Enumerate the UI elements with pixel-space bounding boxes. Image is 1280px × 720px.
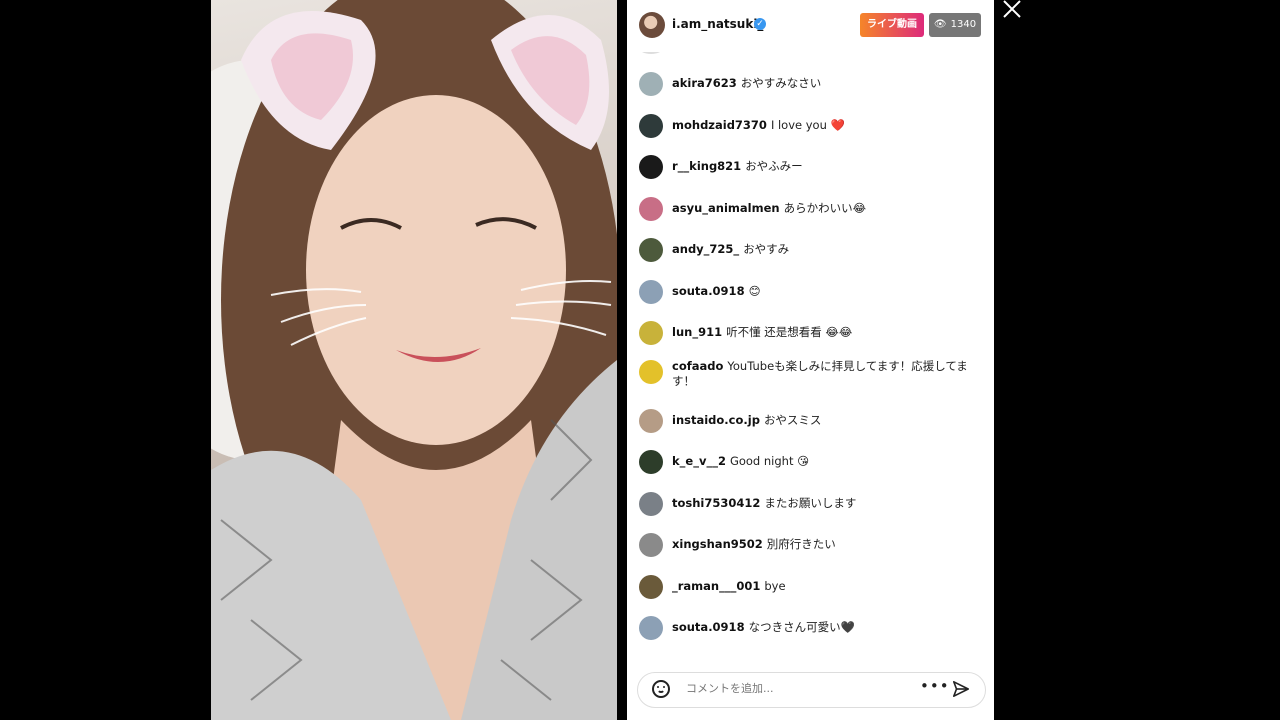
video-frame: [211, 0, 617, 720]
comment-text: toshi7530412 またお願いします: [672, 496, 972, 511]
comment-username[interactable]: r__king821: [672, 159, 741, 173]
comment-text: akira7623 おやすみなさい: [672, 76, 972, 91]
comment-message: Good night 😘: [729, 454, 810, 468]
smile-icon[interactable]: [652, 680, 670, 698]
comment-username[interactable]: cofaado: [672, 359, 723, 373]
comment-message: 😊: [748, 284, 761, 298]
comment-text: _raman___001 bye: [672, 579, 972, 594]
comment-bar: •••: [637, 672, 986, 708]
live-video[interactable]: [211, 0, 617, 720]
comment-avatar[interactable]: [639, 492, 663, 516]
comment-message: おやすみ: [743, 242, 790, 256]
live-badge: ライブ動画: [860, 13, 924, 37]
comment-avatar[interactable]: [639, 197, 663, 221]
eye-icon: 👁: [933, 19, 947, 30]
streamer-username[interactable]: i.am_natsuki_: [672, 17, 763, 31]
comment-text: lun_911 听不懂 还是想看看 😂😂: [672, 325, 972, 340]
comment-text: instaido.co.jp おやスミス: [672, 413, 972, 428]
comment-text: asyu_animalmen あらかわいい😂: [672, 201, 972, 216]
comment-avatar[interactable]: [639, 533, 663, 557]
comment-username[interactable]: asyu_animalmen: [672, 201, 780, 215]
live-comments-panel: i.am_natsuki_ ✓ ライブ動画 👁 1340 akira7623 おやす…: [627, 0, 994, 720]
comment-text: andy_725_ おやすみ: [672, 242, 972, 257]
comment-text: r__king821 おやふみー: [672, 159, 972, 174]
comment-message: I love you ❤️: [770, 118, 845, 132]
comment-text: xingshan9502 別府行きたい: [672, 537, 972, 552]
viewer-count-badge: 👁 1340: [929, 13, 981, 37]
comment-text: souta.0918 なつきさん可愛い🖤: [672, 620, 972, 635]
comment-message: 別府行きたい: [766, 537, 836, 551]
comment-username[interactable]: mohdzaid7370: [672, 118, 767, 132]
comment-avatar[interactable]: [639, 280, 663, 304]
send-icon[interactable]: [952, 680, 970, 698]
comment-username[interactable]: _raman___001: [672, 579, 760, 593]
comment-message: 听不懂 还是想看看 😂😂: [726, 325, 853, 339]
comment-avatar[interactable]: [639, 360, 663, 384]
comment-message: おやすみなさい: [740, 76, 822, 90]
comment-avatar[interactable]: [639, 575, 663, 599]
streamer-avatar[interactable]: [639, 12, 665, 38]
comment-message: あらかわいい😂: [783, 201, 867, 215]
partial-avatar: [639, 52, 663, 54]
comment-avatar[interactable]: [639, 450, 663, 474]
stream-header: i.am_natsuki_ ✓ ライブ動画 👁 1340: [627, 0, 994, 50]
comment-username[interactable]: toshi7530412: [672, 496, 760, 510]
comment-avatar[interactable]: [639, 321, 663, 345]
comment-username[interactable]: souta.0918: [672, 284, 745, 298]
comment-avatar[interactable]: [639, 72, 663, 96]
comment-message: またお願いします: [764, 496, 857, 510]
comment-text: cofaado YouTubeも楽しみに拝見してます！応援してます！: [672, 359, 972, 389]
comment-text: mohdzaid7370 I love you ❤️: [672, 118, 972, 133]
comment-list[interactable]: akira7623 おやすみなさい mohdzaid7370 I love you ❤…: [627, 52, 994, 657]
verified-icon: ✓: [754, 18, 766, 30]
comment-text: k_e_v__2 Good night 😘: [672, 454, 972, 469]
comment-avatar[interactable]: [639, 238, 663, 262]
comment-input[interactable]: [686, 682, 886, 695]
comment-username[interactable]: xingshan9502: [672, 537, 763, 551]
comment-avatar[interactable]: [639, 616, 663, 640]
comment-message: bye: [764, 579, 786, 593]
comment-text: souta.0918 😊: [672, 284, 972, 299]
comment-avatar[interactable]: [639, 155, 663, 179]
comment-avatar[interactable]: [639, 409, 663, 433]
comment-username[interactable]: instaido.co.jp: [672, 413, 760, 427]
comment-message: おやスミス: [763, 413, 822, 427]
comment-username[interactable]: k_e_v__2: [672, 454, 726, 468]
comment-avatar[interactable]: [639, 114, 663, 138]
close-icon[interactable]: [1002, 0, 1022, 18]
comment-username[interactable]: akira7623: [672, 76, 737, 90]
comment-username[interactable]: souta.0918: [672, 620, 745, 634]
more-icon[interactable]: •••: [920, 677, 950, 695]
comment-username[interactable]: andy_725_: [672, 242, 739, 256]
comment-message: なつきさん可愛い🖤: [748, 620, 855, 634]
comment-message: おやふみー: [745, 159, 803, 173]
comment-username[interactable]: lun_911: [672, 325, 722, 339]
viewer-count: 1340: [950, 19, 977, 30]
